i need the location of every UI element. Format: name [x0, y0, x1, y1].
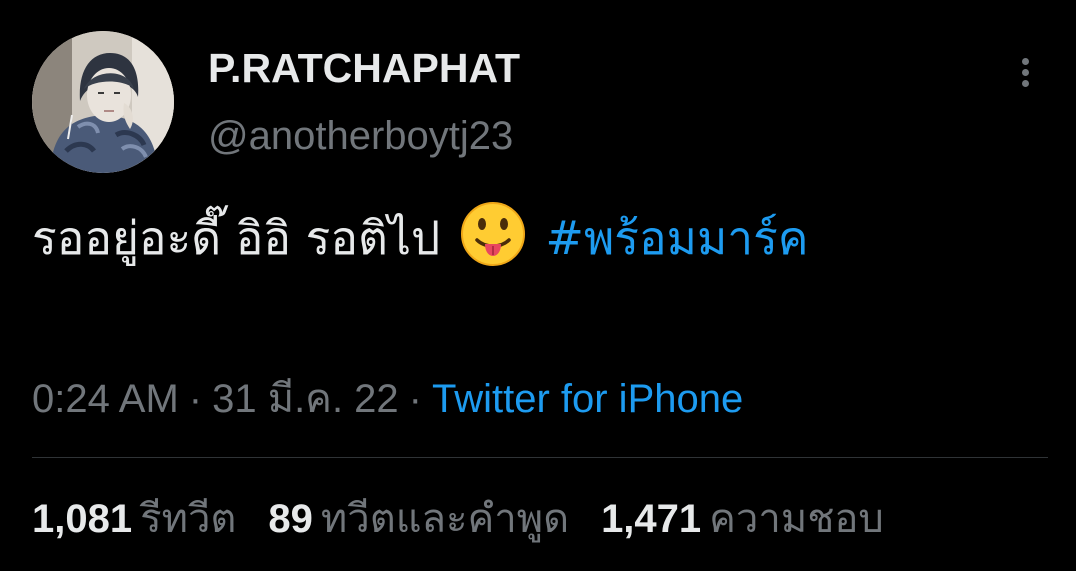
tweet-source-link[interactable]: Twitter for iPhone [432, 377, 743, 421]
quote-tweets-label: ทวีตและคำพูด [320, 497, 570, 541]
likes-label: ความชอบ [709, 497, 884, 541]
quote-tweets-stat[interactable]: 89 ทวีตและคำพูด [268, 494, 569, 544]
profile-photo-image [32, 31, 174, 173]
avatar[interactable] [32, 31, 174, 173]
quote-tweets-count: 89 [268, 497, 313, 541]
tweet-date[interactable]: 31 มี.ค. 22 [212, 377, 399, 421]
tweet-time[interactable]: 0:24 AM [32, 377, 179, 421]
retweets-label: รีทวีต [140, 497, 237, 541]
more-options-icon[interactable] [1008, 50, 1044, 94]
author-handle[interactable]: @anotherboytj23 [208, 112, 513, 160]
divider [32, 457, 1048, 458]
likes-stat[interactable]: 1,471 ความชอบ [601, 494, 884, 544]
tweet-text: รออยู่อะดี๊ อิอิ รอติไป #พร้อมมาร์ค [32, 200, 1032, 273]
face-with-tongue-emoji-icon [459, 200, 527, 268]
tweet-stats: 1,081 รีทวีต 89 ทวีตและคำพูด 1,471 ความชอบ [32, 494, 916, 544]
meta-separator: · [408, 377, 422, 421]
author-display-name[interactable]: P.RATCHAPHAT [208, 44, 520, 92]
meta-separator: · [188, 377, 203, 421]
tweet-body-text: รออยู่อะดี๊ อิอิ รอติไป [32, 211, 441, 265]
tweet-meta: 0:24 AM · 31 มี.ค. 22 · Twitter for iPhone [32, 374, 743, 424]
hashtag-link[interactable]: #พร้อมมาร์ค [545, 211, 808, 265]
retweets-stat[interactable]: 1,081 รีทวีต [32, 494, 236, 544]
retweets-count: 1,081 [32, 497, 133, 541]
likes-count: 1,471 [601, 497, 702, 541]
